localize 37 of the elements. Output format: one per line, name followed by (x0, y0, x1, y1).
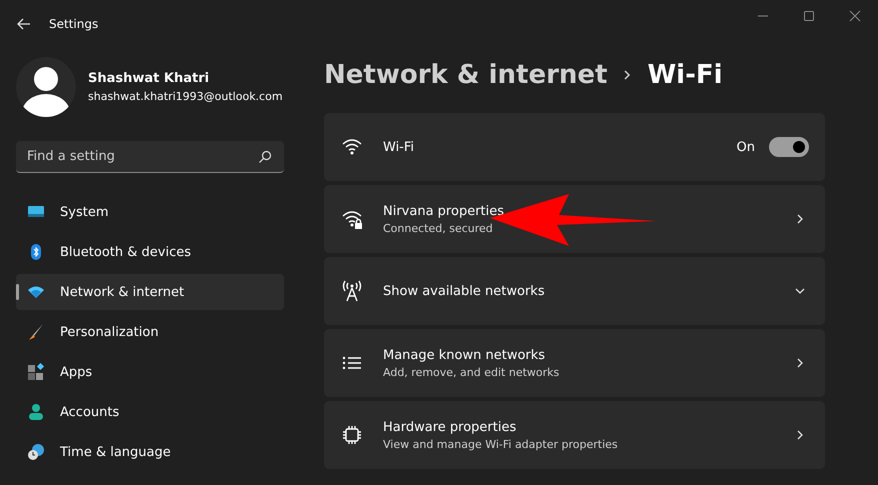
row-title: Nirvana properties (383, 204, 506, 218)
sidebar-item[interactable]: Apps (16, 354, 284, 390)
selection-indicator (16, 284, 19, 300)
row-subtitle: Connected, secured (383, 222, 494, 234)
settings-row[interactable]: Hardware properties View and manage Wi-Fi adapter properties (324, 401, 825, 469)
settings-row[interactable]: Show available networks (324, 257, 825, 325)
row-subtitle: View and manage Wi-Fi adapter properties (383, 438, 619, 450)
row-title: Manage known networks (383, 348, 546, 362)
avatar-icon (16, 57, 76, 117)
toggle-switch[interactable] (769, 137, 809, 157)
toggle-state-label: On (736, 140, 755, 154)
search-field[interactable]: Find a setting (16, 141, 284, 173)
window-title: Settings (49, 17, 98, 31)
row-title: Hardware properties (383, 420, 518, 434)
apps-icon (27, 363, 45, 381)
maximize-icon (803, 10, 815, 22)
row-title: Show available networks (383, 284, 546, 298)
row-title: Wi-Fi (383, 140, 416, 154)
search-icon (258, 150, 272, 164)
page-title: Wi-Fi (647, 60, 723, 90)
user-email: shashwat.khatri1993@outlook.com (88, 90, 283, 103)
globe-clock-icon (27, 443, 45, 461)
settings-row[interactable]: Nirvana properties Connected, secured (324, 185, 825, 253)
sidebar-item[interactable]: System (16, 194, 284, 230)
sidebar-item[interactable]: Personalization (16, 314, 284, 350)
row-subtitle: Add, remove, and edit networks (383, 366, 560, 378)
sidebar-item[interactable]: Accounts (16, 394, 284, 430)
user-name: Shashwat Khatri (88, 71, 210, 86)
chip-icon (341, 424, 363, 446)
breadcrumb-link[interactable]: Network & internet (324, 60, 608, 90)
sidebar-item[interactable]: Network & internet (16, 274, 284, 310)
sidebar-item[interactable]: Bluetooth & devices (16, 234, 284, 270)
person-icon (27, 403, 45, 421)
close-icon (849, 10, 861, 22)
settings-row[interactable]: Manage known networks Add, remove, and edit networks (324, 329, 825, 397)
antenna-icon (341, 280, 363, 302)
sidebar-item[interactable]: Time & language (16, 434, 284, 470)
